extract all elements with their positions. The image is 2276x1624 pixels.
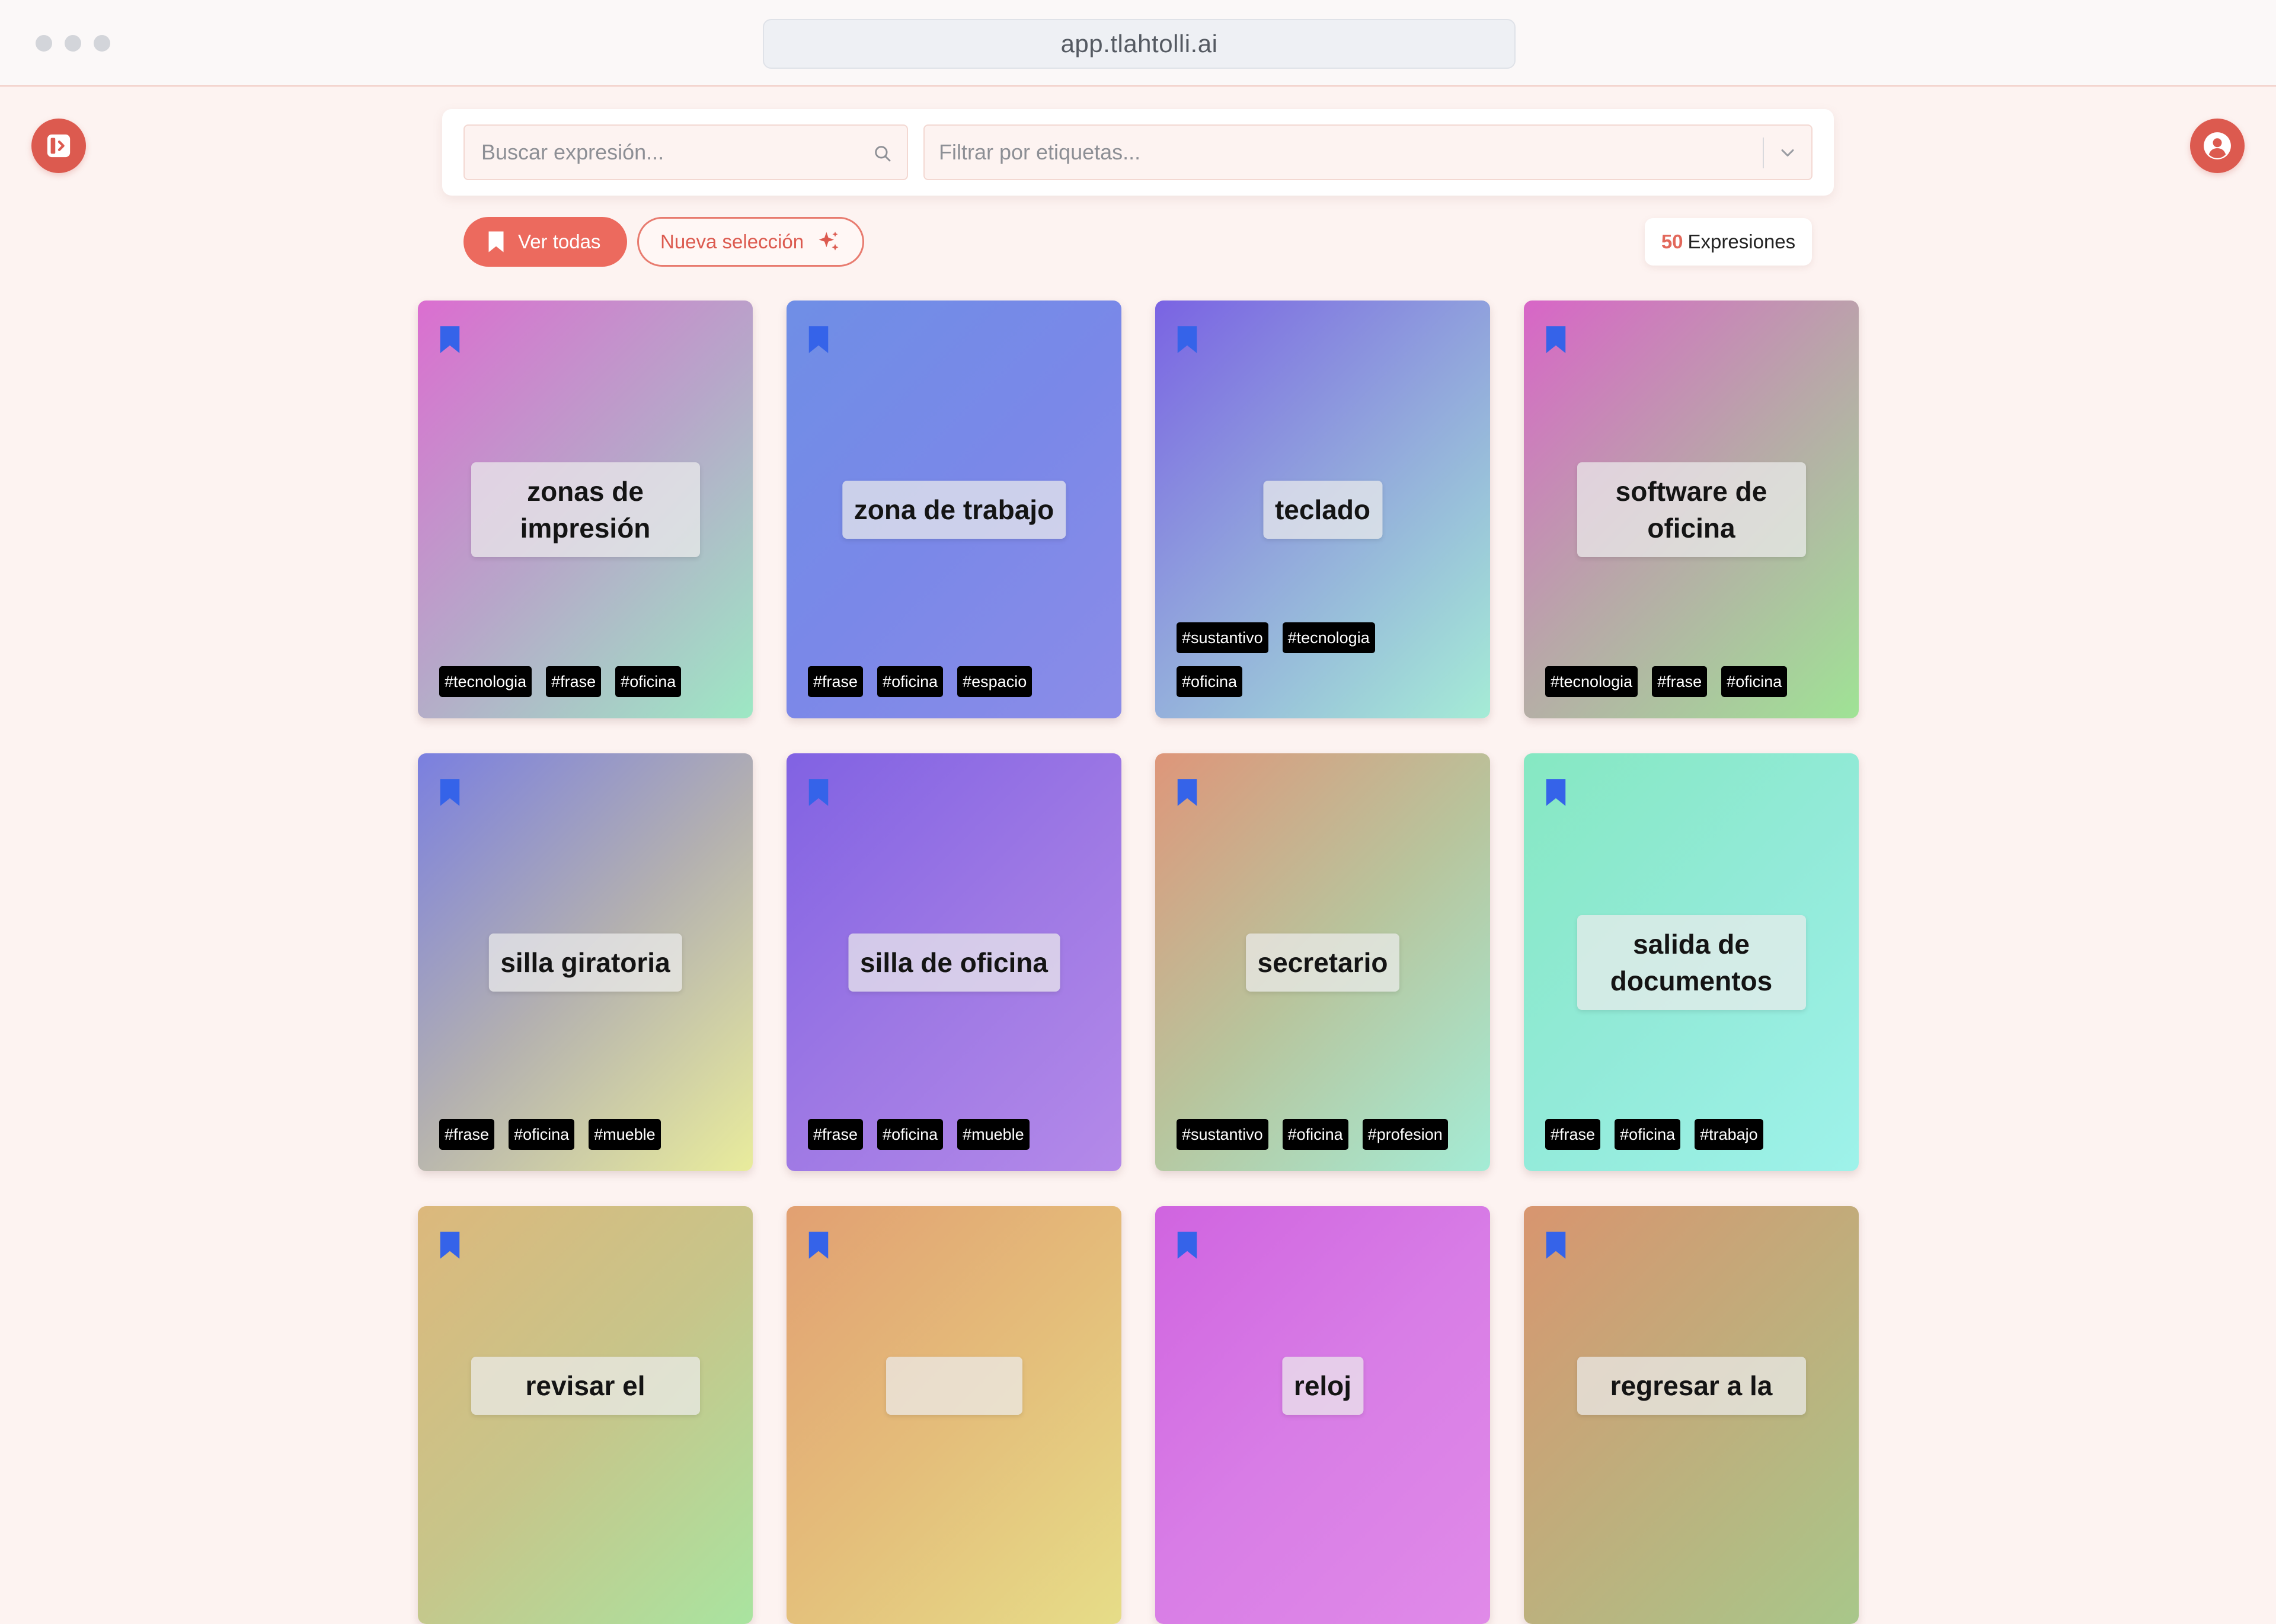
expression-text: regresar a la: [1577, 1357, 1806, 1415]
tag-chip[interactable]: #frase: [546, 666, 602, 697]
search-icon: [875, 146, 891, 162]
expression-card[interactable]: teclado #sustantivo #tecnologia #oficina: [1155, 300, 1490, 718]
expression-card[interactable]: software de oficina #tecnologia #frase #ofi…: [1524, 300, 1859, 718]
expression-card[interactable]: salida de documentos #frase #oficina #traba…: [1524, 753, 1859, 1171]
tag-chip[interactable]: #oficina: [877, 1119, 944, 1150]
tag-chip[interactable]: #frase: [808, 666, 864, 697]
expression-text: salida de documentos: [1577, 915, 1806, 1010]
expression-counter: 50 Expresiones: [1645, 218, 1812, 266]
tag-list: #sustantivo #tecnologia #oficina: [1177, 622, 1413, 697]
bookmark-icon[interactable]: [1175, 777, 1199, 808]
tag-list: #frase #oficina #mueble: [439, 1119, 735, 1150]
expression-text: zonas de impresión: [471, 462, 700, 557]
bookmark-icon[interactable]: [807, 324, 830, 355]
window-close-dot[interactable]: [36, 35, 52, 52]
chevron-down-icon[interactable]: [1777, 142, 1798, 164]
browser-chrome: app.tlahtolli.ai: [0, 0, 2276, 87]
dropdown-divider: [1763, 138, 1764, 168]
sparkle-icon: [819, 231, 839, 251]
tag-chip[interactable]: #tecnologia: [1545, 666, 1638, 697]
expression-card[interactable]: zona de trabajo #frase #oficina #espacio: [787, 300, 1121, 718]
tag-chip[interactable]: #oficina: [1177, 666, 1243, 697]
tag-filter-select[interactable]: Filtrar por etiquetas...: [923, 124, 1813, 180]
tag-chip[interactable]: #oficina: [1282, 1119, 1348, 1150]
expression-text: zona de trabajo: [842, 480, 1066, 539]
view-all-label: Ver todas: [518, 231, 601, 252]
tag-chip[interactable]: #tecnologia: [439, 666, 532, 697]
user-menu-button[interactable]: [2190, 119, 2245, 173]
expression-text: reloj: [1281, 1357, 1364, 1415]
bookmark-icon[interactable]: [1544, 1230, 1568, 1261]
tag-chip[interactable]: #frase: [1545, 1119, 1601, 1150]
tag-chip[interactable]: #oficina: [509, 1119, 575, 1150]
tag-chip[interactable]: #oficina: [1721, 666, 1788, 697]
expression-card[interactable]: silla de oficina #frase #oficina #mueble: [787, 753, 1121, 1171]
address-bar[interactable]: app.tlahtolli.ai: [763, 19, 1516, 69]
user-avatar-icon: [2204, 132, 2231, 159]
tag-list: #sustantivo #oficina #profesion: [1177, 1119, 1472, 1150]
tag-chip[interactable]: #sustantivo: [1177, 1119, 1268, 1150]
expression-text: [886, 1357, 1022, 1415]
bookmark-icon[interactable]: [1544, 324, 1568, 355]
tag-chip[interactable]: #espacio: [957, 666, 1032, 697]
tag-chip[interactable]: #frase: [1652, 666, 1708, 697]
expression-card[interactable]: zonas de impresión #tecnologia #frase #ofic…: [418, 300, 753, 718]
bookmark-icon: [488, 231, 504, 252]
expression-text: silla giratoria: [488, 933, 682, 992]
tag-list: #frase #oficina #espacio: [808, 666, 1104, 697]
new-selection-label: Nueva selección: [660, 231, 804, 252]
expression-card[interactable]: reloj: [1155, 1206, 1490, 1624]
tag-chip[interactable]: #sustantivo: [1177, 622, 1268, 653]
window-maximize-dot[interactable]: [94, 35, 110, 52]
bookmark-icon[interactable]: [438, 1230, 462, 1261]
expression-count-label: Expresiones: [1687, 231, 1796, 252]
expression-text: revisar el: [471, 1357, 700, 1415]
expression-text: software de oficina: [1577, 462, 1806, 557]
new-selection-button[interactable]: Nueva selección: [637, 217, 864, 267]
tag-chip[interactable]: #oficina: [877, 666, 944, 697]
tag-chip[interactable]: #frase: [439, 1119, 495, 1150]
expression-card[interactable]: secretario #sustantivo #oficina #profesion: [1155, 753, 1490, 1171]
bookmark-icon[interactable]: [438, 777, 462, 808]
sidebar-toggle-button[interactable]: [31, 119, 86, 173]
search-panel: Buscar expresión... Filtrar por etiqueta…: [442, 109, 1834, 196]
sidebar-toggle-icon: [47, 134, 71, 158]
tag-chip[interactable]: #frase: [808, 1119, 864, 1150]
address-bar-url: app.tlahtolli.ai: [1060, 30, 1218, 57]
search-input[interactable]: Buscar expresión...: [463, 124, 908, 180]
expression-card[interactable]: silla giratoria #frase #oficina #mueble: [418, 753, 753, 1171]
bookmark-icon[interactable]: [438, 324, 462, 355]
tag-list: #frase #oficina #mueble: [808, 1119, 1104, 1150]
bookmark-icon[interactable]: [1175, 1230, 1199, 1261]
expression-card[interactable]: regresar a la: [1524, 1206, 1859, 1624]
tag-chip[interactable]: #mueble: [589, 1119, 661, 1150]
bookmark-icon[interactable]: [807, 777, 830, 808]
tag-list: #tecnologia #frase #oficina: [439, 666, 735, 697]
expression-text: silla de oficina: [848, 933, 1060, 992]
tag-chip[interactable]: #oficina: [1615, 1119, 1681, 1150]
tag-list: #frase #oficina #trabajo: [1545, 1119, 1841, 1150]
tag-chip[interactable]: #trabajo: [1695, 1119, 1763, 1150]
bookmark-icon[interactable]: [807, 1230, 830, 1261]
tag-chip[interactable]: #oficina: [615, 666, 682, 697]
tag-chip[interactable]: #tecnologia: [1282, 622, 1375, 653]
search-placeholder: Buscar expresión...: [481, 140, 664, 164]
expression-text: teclado: [1262, 480, 1383, 539]
window-minimize-dot[interactable]: [65, 35, 81, 52]
expression-count: 50: [1661, 231, 1683, 252]
expression-text: secretario: [1245, 933, 1400, 992]
expression-card[interactable]: [787, 1206, 1121, 1624]
tag-filter-placeholder: Filtrar por etiquetas...: [939, 140, 1141, 164]
bookmark-icon[interactable]: [1175, 324, 1199, 355]
tag-chip[interactable]: #profesion: [1362, 1119, 1448, 1150]
tag-chip[interactable]: #mueble: [957, 1119, 1030, 1150]
tag-list: #tecnologia #frase #oficina: [1545, 666, 1841, 697]
expression-card[interactable]: revisar el: [418, 1206, 753, 1624]
view-all-button[interactable]: Ver todas: [463, 217, 627, 267]
bookmark-icon[interactable]: [1544, 777, 1568, 808]
